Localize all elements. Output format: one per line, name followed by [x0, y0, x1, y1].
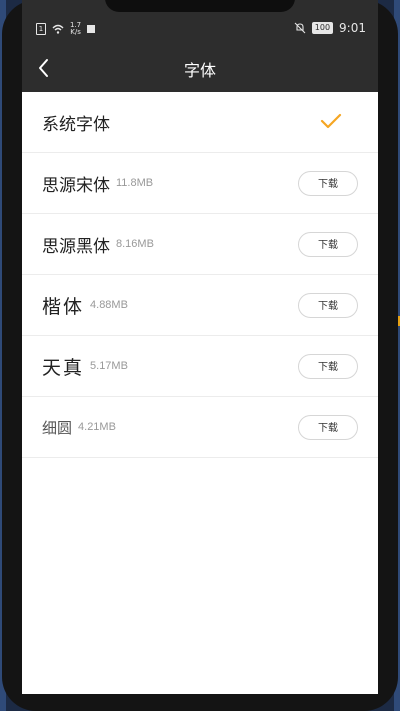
font-name: 细圆: [42, 418, 73, 437]
clock: 9:01: [339, 21, 366, 35]
bell-muted-icon: [294, 22, 306, 34]
sim-card-icon: 1: [36, 23, 46, 35]
download-button[interactable]: 下载: [298, 232, 358, 257]
camera-notch: [105, 0, 295, 12]
phone-screen: 1 1.7 K/s 100 9:01 字体 系统字体 思源宋体 11.8MB 下…: [22, 0, 378, 694]
font-row-xiyuan[interactable]: 细圆 4.21MB 下载: [22, 397, 378, 458]
font-row-system[interactable]: 系统字体: [22, 92, 378, 153]
font-list: 系统字体 思源宋体 11.8MB 下载 思源黑体 8.16MB 下载 楷体 4.…: [22, 92, 378, 458]
font-row-tianzhen[interactable]: 天真 5.17MB 下载: [22, 336, 378, 397]
page-title: 字体: [183, 61, 216, 80]
font-size: 4.88MB: [90, 299, 128, 311]
status-left: 1 1.7 K/s: [36, 21, 96, 36]
wifi-icon: [52, 24, 64, 34]
font-size: 11.8MB: [116, 177, 154, 189]
battery-indicator: 100: [311, 22, 334, 34]
font-size: 5.17MB: [90, 360, 128, 372]
font-size: 4.21MB: [78, 421, 116, 433]
font-row-source-han-sans[interactable]: 思源黑体 8.16MB 下载: [22, 214, 378, 275]
download-button[interactable]: 下载: [298, 354, 358, 379]
download-button[interactable]: 下载: [298, 293, 358, 318]
font-row-kaiti[interactable]: 楷体 4.88MB 下载: [22, 275, 378, 336]
status-right: 100 9:01: [294, 21, 366, 35]
font-name: 思源黑体: [42, 236, 110, 257]
network-speed: 1.7 K/s: [70, 21, 82, 36]
status-bar: 1 1.7 K/s 100 9:01: [22, 0, 378, 44]
font-name: 思源宋体: [42, 175, 110, 196]
font-name: 楷体: [42, 295, 85, 318]
font-name: 系统字体: [42, 114, 110, 135]
notification-square-icon: [87, 25, 96, 33]
font-name: 天真: [42, 356, 85, 379]
checkmark-icon: [320, 113, 342, 129]
download-button[interactable]: 下载: [298, 415, 358, 440]
font-size: 8.16MB: [116, 238, 154, 250]
download-button[interactable]: 下载: [298, 171, 358, 196]
navigation-bar: 字体: [22, 44, 378, 92]
font-row-source-han-serif[interactable]: 思源宋体 11.8MB 下载: [22, 153, 378, 214]
